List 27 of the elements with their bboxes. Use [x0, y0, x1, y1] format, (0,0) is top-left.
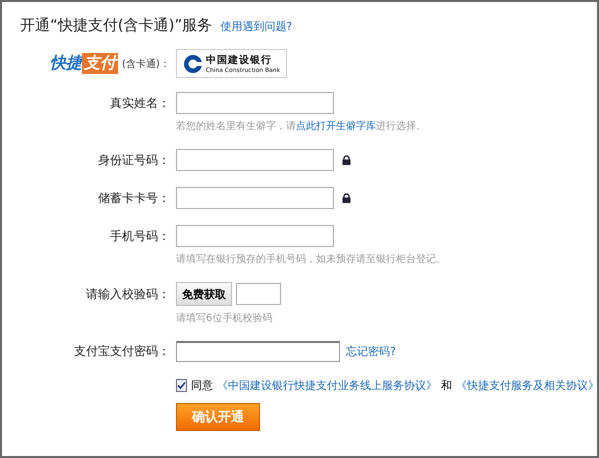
agree-checkbox[interactable]	[176, 379, 187, 392]
help-link[interactable]: 使用遇到问题?	[220, 19, 292, 34]
hint-text: 请填写在银行预存的手机号码，如未预存请至银行柜台登记。	[176, 252, 447, 266]
hint-text: 若您的姓名里有生僻字，请点此打开生僻字库进行选择。	[176, 120, 427, 133]
password-field[interactable]	[176, 341, 340, 362]
agree-label: 同意	[191, 378, 213, 393]
input-field[interactable]	[176, 92, 334, 114]
code-field[interactable]	[236, 283, 281, 305]
input-field[interactable]	[176, 225, 334, 247]
field-label: 请输入校验码：	[85, 286, 170, 302]
get-code-button[interactable]: 免费获取	[176, 282, 232, 306]
field-label: 手机号码：	[109, 228, 170, 244]
input-field[interactable]	[176, 187, 334, 209]
agreement-link[interactable]: 《中国建设银行快捷支付业务线上服务协议》	[217, 378, 437, 393]
hint-link[interactable]: 点此打开生僻字库	[296, 121, 376, 132]
quickpay-logo: 快捷支付	[50, 53, 118, 74]
conjunction-text: 和	[441, 378, 452, 393]
hint-text: 请填写6位手机校验码	[176, 312, 274, 325]
field-label: 身份证号码：	[97, 152, 170, 168]
product-note: (含卡通)：	[122, 58, 170, 70]
page-title: 开通“快捷支付(含卡通)”服务	[20, 16, 212, 35]
input-field[interactable]	[176, 149, 334, 171]
field-label: 储蓄卡卡号：	[97, 190, 170, 206]
forgot-password-link[interactable]: 忘记密码?	[346, 344, 396, 359]
field-label: 真实姓名：	[109, 94, 170, 112]
field-label: 支付宝支付密码：	[73, 343, 170, 360]
agreement-link[interactable]: 《快捷支付服务及相关协议》	[456, 378, 599, 393]
